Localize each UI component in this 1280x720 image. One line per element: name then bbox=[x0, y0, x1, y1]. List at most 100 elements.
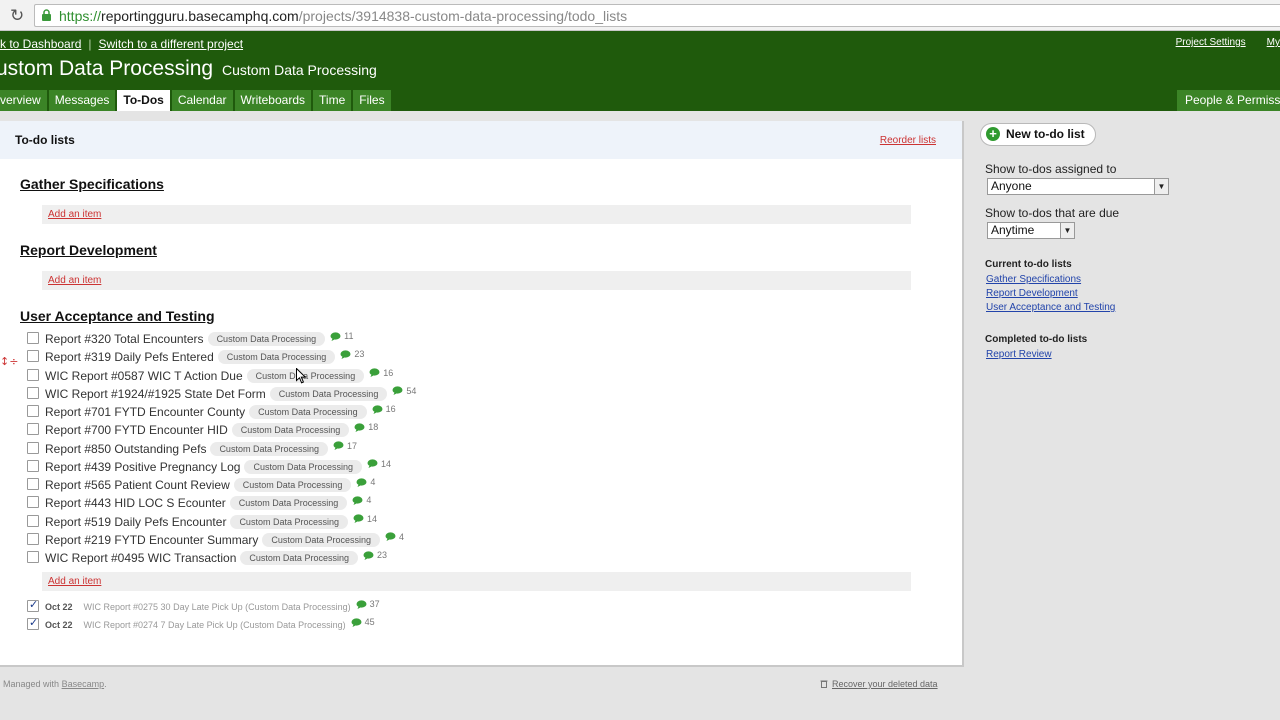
recover-deleted-data-link[interactable]: Recover your deleted data bbox=[832, 679, 938, 689]
comment-count[interactable]: 37 bbox=[356, 599, 380, 609]
add-item-link[interactable]: Add an item bbox=[48, 209, 101, 220]
switch-project-link[interactable]: Switch to a different project bbox=[99, 37, 244, 51]
todo-checkbox[interactable] bbox=[27, 532, 39, 545]
comment-count[interactable]: 16 bbox=[372, 404, 396, 414]
project-tag[interactable]: Custom Data Processing bbox=[210, 441, 328, 456]
sidebar-link-user-acceptance-testing[interactable]: User Acceptance and Testing bbox=[986, 302, 1115, 313]
todo-text[interactable]: Report #850 Outstanding Pefs bbox=[45, 442, 206, 456]
todo-checkbox[interactable] bbox=[27, 514, 39, 527]
my-account-link[interactable]: My bbox=[1267, 37, 1280, 48]
comment-count[interactable]: 16 bbox=[369, 368, 393, 378]
todo-checkbox[interactable] bbox=[27, 368, 39, 381]
comment-count-value: 14 bbox=[366, 513, 377, 524]
comment-count[interactable]: 18 bbox=[354, 422, 378, 432]
todo-text[interactable]: Report #320 Total Encounters bbox=[45, 332, 204, 346]
todo-checkbox[interactable] bbox=[27, 423, 39, 436]
completed-todo-text[interactable]: WIC Report #0275 30 Day Late Pick Up (Cu… bbox=[84, 602, 351, 612]
comment-count[interactable]: 23 bbox=[363, 550, 387, 560]
tab-todos[interactable]: To-Dos bbox=[117, 90, 170, 111]
due-select[interactable]: Anytime ▼ bbox=[987, 222, 1075, 239]
completed-date: Oct 22 bbox=[45, 602, 73, 612]
todo-checkbox[interactable] bbox=[27, 459, 39, 472]
project-tag[interactable]: Custom Data Processing bbox=[240, 551, 358, 565]
todo-checkbox[interactable] bbox=[27, 332, 39, 344]
address-bar[interactable]: https://reportingguru.basecamphq.com/pro… bbox=[34, 4, 1280, 27]
comment-count[interactable]: 45 bbox=[351, 617, 375, 627]
add-item-bar: Add an item bbox=[42, 271, 911, 290]
todo-checkbox[interactable] bbox=[27, 350, 39, 363]
todo-text[interactable]: Report #701 FYTD Encounter County bbox=[45, 405, 245, 419]
todo-text[interactable]: WIC Report #0495 WIC Transaction bbox=[45, 551, 236, 565]
comment-count[interactable]: 4 bbox=[356, 477, 375, 487]
drag-handle-icon[interactable]: ↕÷ bbox=[0, 355, 18, 368]
project-settings-link[interactable]: Project Settings bbox=[1176, 37, 1246, 48]
list-title-gather-specifications[interactable]: Gather Specifications bbox=[20, 176, 164, 192]
comment-count[interactable]: 11 bbox=[330, 331, 353, 341]
project-tag[interactable]: Custom Data Processing bbox=[244, 459, 363, 474]
comment-count[interactable]: 14 bbox=[367, 459, 391, 469]
tab-time[interactable]: Time bbox=[313, 90, 352, 111]
tab-files[interactable]: Files bbox=[353, 90, 391, 111]
todo-text[interactable]: Report #700 FYTD Encounter HID bbox=[45, 423, 228, 437]
comment-count[interactable]: 14 bbox=[353, 514, 377, 524]
list-title-report-development[interactable]: Report Development bbox=[20, 242, 157, 258]
project-tag[interactable]: Custom Data Processing bbox=[217, 350, 336, 365]
project-tag[interactable]: Custom Data Processing bbox=[229, 496, 348, 511]
todo-text[interactable]: Report #443 HID LOC S Ecounter bbox=[45, 496, 226, 510]
assigned-select[interactable]: Anyone ▼ bbox=[987, 178, 1169, 195]
comment-count[interactable]: 4 bbox=[352, 495, 371, 505]
todo-text[interactable]: WIC Report #0587 WIC T Action Due bbox=[45, 369, 243, 383]
tab-writeboards[interactable]: Writeboards bbox=[234, 90, 312, 111]
reorder-lists-link[interactable]: Reorder lists bbox=[880, 135, 936, 146]
comment-count[interactable]: 23 bbox=[340, 349, 364, 359]
sidebar-link-gather-specifications[interactable]: Gather Specifications bbox=[986, 274, 1081, 285]
todo-text[interactable]: Report #319 Daily Pefs Entered bbox=[45, 350, 214, 364]
sidebar-link-report-review[interactable]: Report Review bbox=[986, 349, 1052, 360]
todo-text[interactable]: Report #439 Positive Pregnancy Log bbox=[45, 460, 240, 474]
todo-text[interactable]: Report #219 FYTD Encounter Summary bbox=[45, 533, 258, 547]
chevron-down-icon[interactable]: ▼ bbox=[1154, 179, 1168, 194]
tab-messages[interactable]: Messages bbox=[48, 90, 116, 111]
comment-count-value: 23 bbox=[354, 349, 365, 360]
comment-icon bbox=[330, 331, 341, 341]
project-tag[interactable]: Custom Data Processing bbox=[233, 478, 352, 492]
project-tag[interactable]: Custom Data Processing bbox=[207, 332, 326, 346]
todo-checkbox[interactable] bbox=[27, 405, 39, 417]
add-item-link[interactable]: Add an item bbox=[48, 576, 101, 587]
todo-checkbox-checked[interactable] bbox=[27, 616, 39, 630]
project-tag[interactable]: Custom Data Processing bbox=[249, 405, 367, 419]
reload-icon[interactable]: ↻ bbox=[10, 6, 24, 26]
todo-text[interactable]: WIC Report #1924/#1925 State Det Form bbox=[45, 387, 266, 401]
back-to-dashboard-link[interactable]: k to Dashboard bbox=[0, 37, 81, 51]
comment-icon bbox=[356, 477, 367, 487]
project-tag[interactable]: Custom Data Processing bbox=[231, 423, 350, 438]
project-tag[interactable]: Custom Data Processing bbox=[230, 514, 348, 529]
tab-overview[interactable]: verview bbox=[0, 90, 47, 111]
comment-count-value: 4 bbox=[366, 495, 372, 506]
todo-checkbox[interactable] bbox=[27, 496, 39, 509]
todo-checkbox-checked[interactable] bbox=[27, 598, 39, 612]
list-title-user-acceptance-testing[interactable]: User Acceptance and Testing bbox=[20, 308, 215, 324]
comment-count[interactable]: 17 bbox=[333, 441, 357, 451]
comment-count-value: 54 bbox=[406, 385, 417, 396]
comment-icon bbox=[340, 350, 351, 359]
todo-text[interactable]: Report #519 Daily Pefs Encounter bbox=[45, 515, 226, 529]
completed-todo-text[interactable]: WIC Report #0274 7 Day Late Pick Up (Cus… bbox=[84, 620, 346, 630]
chevron-down-icon[interactable]: ▼ bbox=[1060, 223, 1074, 238]
sidebar-link-report-development[interactable]: Report Development bbox=[986, 288, 1078, 299]
comment-count[interactable]: 4 bbox=[385, 532, 404, 542]
todo-checkbox[interactable] bbox=[27, 551, 39, 563]
todo-checkbox[interactable] bbox=[27, 478, 39, 490]
todo-text[interactable]: Report #565 Patient Count Review bbox=[45, 478, 230, 492]
add-item-link[interactable]: Add an item bbox=[48, 275, 101, 286]
project-tag[interactable]: Custom Data Processing bbox=[262, 532, 380, 547]
tab-calendar[interactable]: Calendar bbox=[171, 90, 233, 111]
todo-checkbox[interactable] bbox=[27, 441, 39, 454]
tab-people-permissions[interactable]: People & Permiss bbox=[1177, 90, 1280, 111]
new-todo-list-button[interactable]: + New to-do list bbox=[980, 123, 1096, 146]
basecamp-link[interactable]: Basecamp bbox=[62, 679, 105, 689]
comment-icon bbox=[354, 423, 365, 432]
project-tag[interactable]: Custom Data Processing bbox=[269, 386, 388, 401]
todo-checkbox[interactable] bbox=[27, 386, 39, 399]
comment-count[interactable]: 54 bbox=[392, 386, 416, 396]
